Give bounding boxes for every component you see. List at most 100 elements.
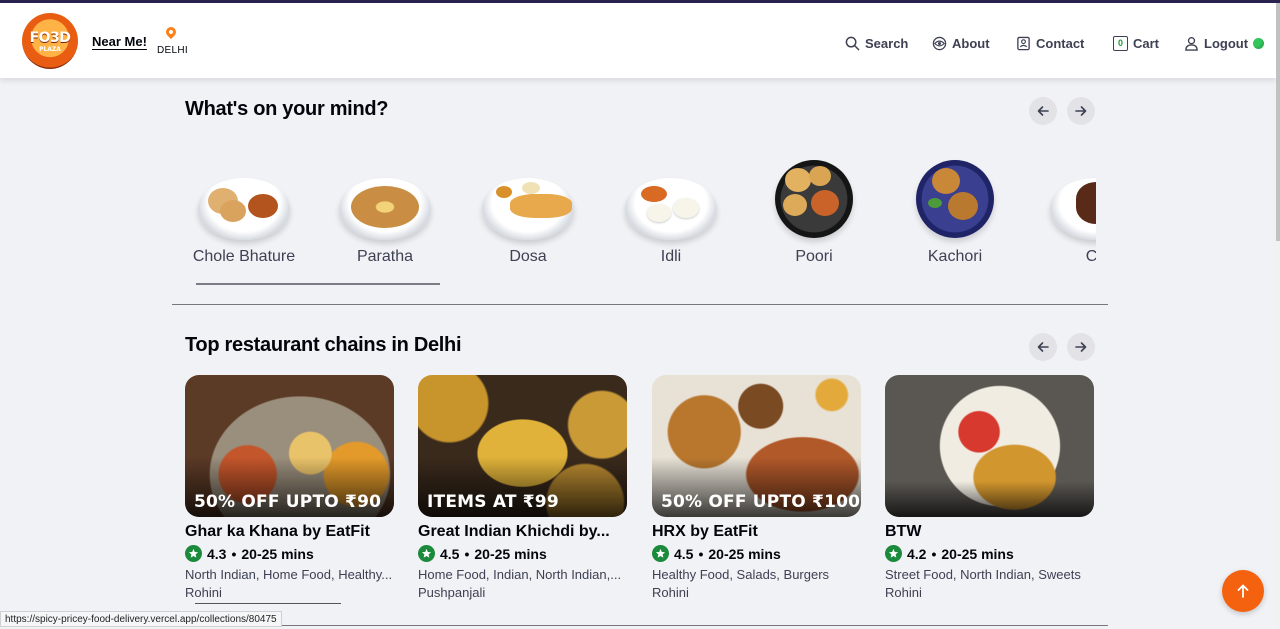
chains-prev-button[interactable] xyxy=(1029,333,1057,361)
mind-item-label: Paratha xyxy=(356,248,414,265)
section-divider xyxy=(172,304,1108,305)
mind-scroll-indicator xyxy=(196,283,440,285)
near-me-link[interactable]: Near Me! xyxy=(92,34,147,49)
chains-scroll-indicator xyxy=(195,603,341,604)
restaurant-name: Ghar ka Khana by EatFit xyxy=(185,523,370,540)
mind-item-dosa[interactable]: Dosa xyxy=(458,148,598,288)
mind-item-label: Dosa xyxy=(509,248,547,265)
mind-item-label: Kachori xyxy=(927,248,983,265)
restaurant-cuisine: Healthy Food, Salads, Burgers xyxy=(652,567,830,582)
mind-item-poori[interactable]: Poori xyxy=(744,148,884,288)
restaurant-image: 50% OFF UPTO ₹100 xyxy=(652,375,861,517)
mind-item-label: Chole Bhature xyxy=(192,248,296,265)
delivery-time: 20-25 mins xyxy=(708,545,781,562)
mind-carousel[interactable]: Chole Bhature Paratha Dosa Idli Poori Ka… xyxy=(172,148,1096,288)
city-label: DELHI xyxy=(157,45,188,56)
nav-search[interactable]: Search xyxy=(845,33,908,53)
meta-separator: • xyxy=(698,545,704,562)
nav-logout-label: Logout xyxy=(1204,35,1249,51)
delivery-time: 20-25 mins xyxy=(941,545,1014,562)
chole-bhature-image xyxy=(198,178,290,240)
restaurant-card[interactable]: 50% OFF UPTO ₹90 Ghar ka Khana by EatFit… xyxy=(185,375,394,600)
poori-image xyxy=(775,160,853,238)
restaurant-area: Pushpanjali xyxy=(418,585,486,600)
cake-image xyxy=(1050,178,1096,240)
restaurant-card[interactable]: BTW 4.2 • 20-25 mins Street Food, North … xyxy=(885,375,1094,600)
chains-next-button[interactable] xyxy=(1067,333,1095,361)
rating-value: 4.5 xyxy=(440,545,460,562)
restaurant-area: Rohini xyxy=(185,585,222,600)
kachori-image xyxy=(916,160,994,238)
mind-item-chole-bhature[interactable]: Chole Bhature xyxy=(174,148,314,288)
arrow-right-icon xyxy=(1075,106,1087,116)
restaurant-card[interactable]: ITEMS AT ₹99 Great Indian Khichdi by... … xyxy=(418,375,627,600)
meta-separator: • xyxy=(231,545,237,562)
star-icon xyxy=(185,545,202,562)
meta-separator: • xyxy=(464,545,470,562)
arrow-left-icon xyxy=(1037,342,1049,352)
nav-cart[interactable]: 0 Cart xyxy=(1113,33,1159,53)
mind-item-paratha[interactable]: Paratha xyxy=(315,148,455,288)
nav-contact-label: Contact xyxy=(1036,35,1085,51)
browser-status-url: https://spicy-pricey-food-delivery.verce… xyxy=(0,611,282,627)
nav-logout[interactable]: Logout xyxy=(1184,33,1265,53)
restaurant-image: ITEMS AT ₹99 xyxy=(418,375,627,517)
contact-icon xyxy=(1017,36,1030,50)
nav-search-label: Search xyxy=(865,35,909,51)
restaurant-name: BTW xyxy=(885,523,922,540)
mind-next-button[interactable] xyxy=(1067,97,1095,125)
mind-item-idli[interactable]: Idli xyxy=(601,148,741,288)
nav-cart-label: Cart xyxy=(1133,35,1160,51)
restaurant-name: HRX by EatFit xyxy=(652,523,758,540)
offer-text: 50% OFF UPTO ₹90 xyxy=(194,492,382,512)
mind-prev-button[interactable] xyxy=(1029,97,1057,125)
location-pin-icon xyxy=(163,24,179,40)
delivery-time: 20-25 mins xyxy=(474,545,547,562)
nav-contact[interactable]: Contact xyxy=(1016,33,1084,53)
user-icon xyxy=(1185,36,1198,51)
chains-section-title: Top restaurant chains in Delhi xyxy=(185,334,462,356)
restaurant-card[interactable]: 50% OFF UPTO ₹100 HRX by EatFit 4.5 • 20… xyxy=(652,375,861,600)
star-icon xyxy=(885,545,902,562)
nav-about[interactable]: About xyxy=(932,33,990,53)
search-icon xyxy=(845,36,860,50)
restaurant-cuisine: Home Food, Indian, North Indian,... xyxy=(418,567,622,582)
restaurant-meta: 4.5 • 20-25 mins xyxy=(418,545,627,562)
restaurant-image: 50% OFF UPTO ₹90 xyxy=(185,375,394,517)
delivery-time: 20-25 mins xyxy=(241,545,314,562)
mind-section-title: What's on your mind? xyxy=(185,98,389,120)
restaurant-cuisine: Street Food, North Indian, Sweets xyxy=(885,567,1081,582)
logo-subtext: PLAZA xyxy=(39,46,61,53)
section-divider xyxy=(172,625,1108,626)
restaurant-area: Rohini xyxy=(652,585,689,600)
arrow-left-icon xyxy=(1037,106,1049,116)
site-header: FO3D PLAZA Near Me! DELHI Search About C… xyxy=(0,3,1276,78)
mind-item-label: Poori xyxy=(795,248,833,265)
logo[interactable]: FO3D PLAZA xyxy=(22,13,78,69)
restaurant-name: Great Indian Khichdi by... xyxy=(418,523,610,540)
page-scrollbar-thumb[interactable] xyxy=(1276,3,1280,241)
paratha-image xyxy=(339,178,431,240)
scroll-to-top-button[interactable] xyxy=(1222,570,1264,612)
arrow-right-icon xyxy=(1075,342,1087,352)
rating-value: 4.3 xyxy=(207,545,227,562)
mind-item-partial[interactable]: Co xyxy=(1026,148,1096,288)
dosa-image xyxy=(482,178,574,240)
restaurant-meta: 4.2 • 20-25 mins xyxy=(885,545,1094,562)
about-icon xyxy=(932,36,947,50)
offer-text: ITEMS AT ₹99 xyxy=(427,492,559,512)
restaurant-meta: 4.3 • 20-25 mins xyxy=(185,545,394,562)
rating-value: 4.2 xyxy=(907,545,927,562)
restaurant-image xyxy=(885,375,1094,517)
logo-text: FO3D xyxy=(29,30,71,46)
arrow-up-icon xyxy=(1237,584,1249,598)
cart-count-badge: 0 xyxy=(1113,35,1128,51)
restaurant-meta: 4.5 • 20-25 mins xyxy=(652,545,861,562)
meta-separator: • xyxy=(931,545,937,562)
rating-value: 4.5 xyxy=(674,545,694,562)
offer-text: 50% OFF UPTO ₹100 xyxy=(661,492,861,512)
mind-item-label: Idli xyxy=(660,248,682,265)
mind-item-kachori[interactable]: Kachori xyxy=(885,148,1025,288)
nav-about-label: About xyxy=(952,35,990,51)
restaurant-cuisine: North Indian, Home Food, Healthy... xyxy=(185,567,393,582)
